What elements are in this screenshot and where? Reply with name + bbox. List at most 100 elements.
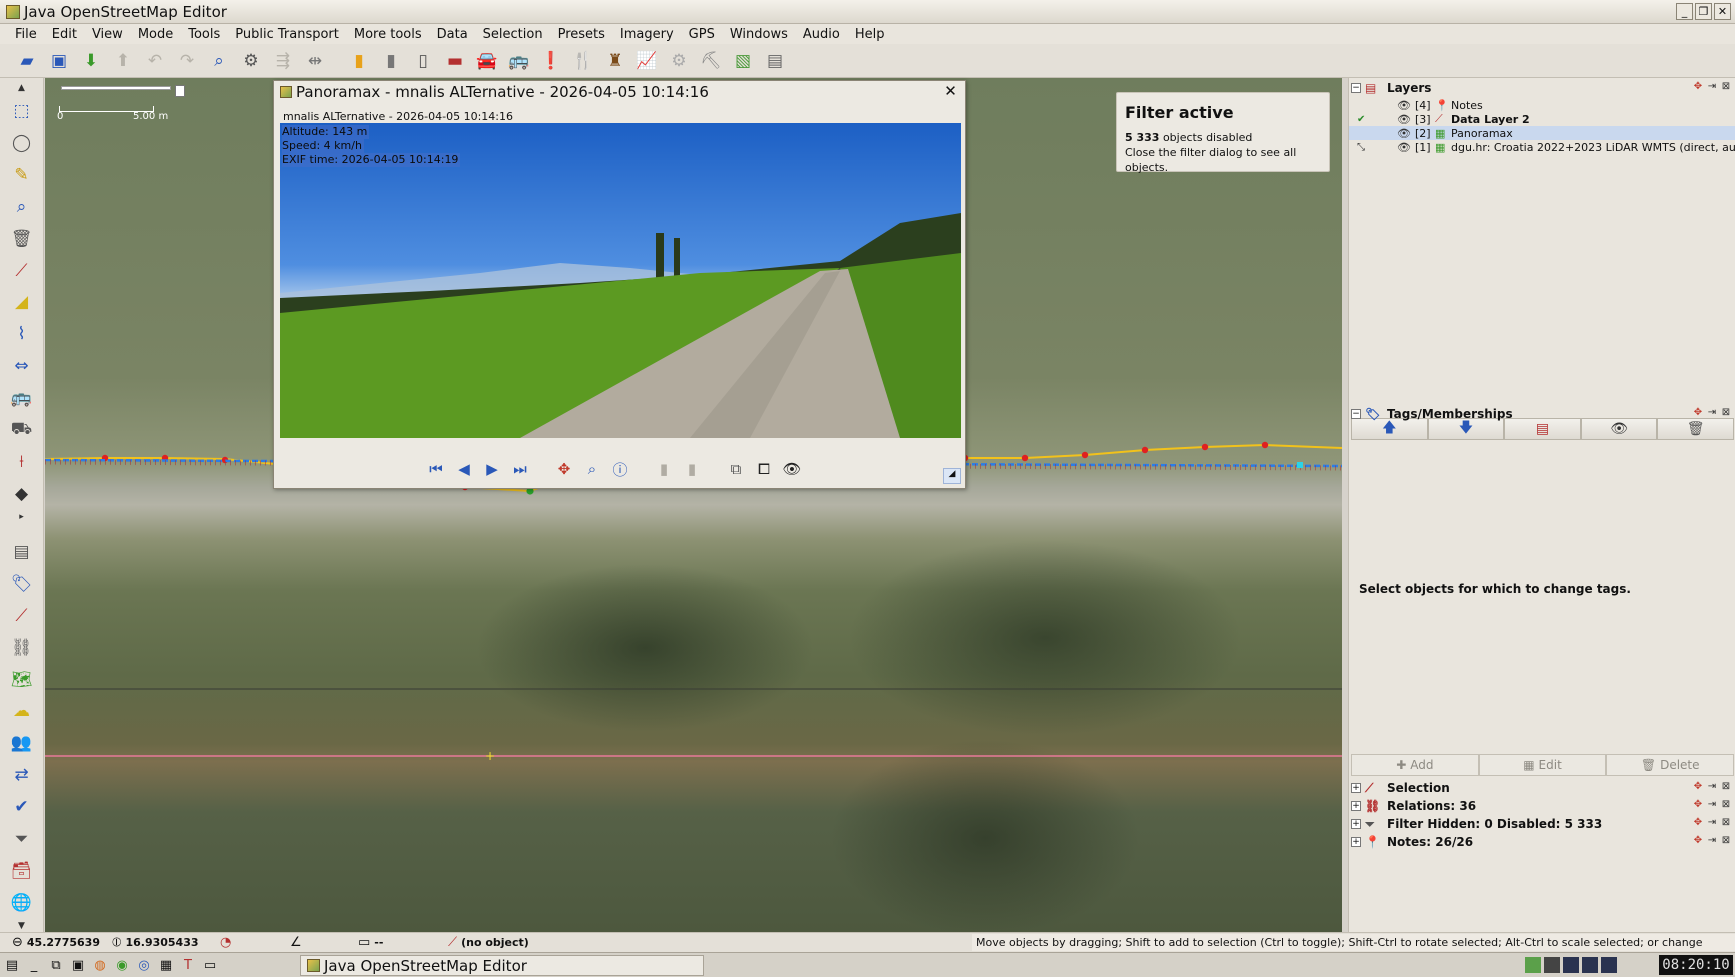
history-toggle-icon[interactable]: 🗃 [6,856,38,886]
expand-toggle-icon[interactable]: + [1351,819,1361,829]
layer-row-data-layer-2[interactable]: ✔ 👁 [3] ⟋ Data Layer 2 [1349,112,1735,126]
menu-presets[interactable]: Presets [558,27,605,42]
extrude-tool-icon[interactable]: ⌇ [6,319,38,349]
dialog-titlebar[interactable]: Panoramax - mnalis ALTernative - 2026-04… [274,81,965,103]
previous-image-icon[interactable]: ◀ [452,457,476,481]
panel-maximize-icon[interactable]: ✥ [1692,781,1704,792]
firefox-icon[interactable]: ◍ [90,955,110,975]
maximize-button[interactable]: ❐ [1695,3,1712,20]
zoom-icon[interactable]: ⌕ [204,46,234,76]
delete-image-icon[interactable]: ▮ [680,457,704,481]
menu-tools[interactable]: Tools [188,27,220,42]
sync-icon[interactable] [1544,957,1560,973]
layers-panel-header[interactable]: − ▤ Layers ✥ ⇥ ⊠ [1349,78,1735,98]
close-icon[interactable]: ✕ [942,83,959,100]
panel-close-icon[interactable]: ⊠ [1720,81,1732,92]
visibility-icon[interactable]: 👁 [780,457,804,481]
preset-track-icon[interactable]: ▮ [376,46,406,76]
info-icon[interactable]: ⓘ [608,457,632,481]
selection-toggle-icon[interactable]: ⟋ [6,601,38,631]
text-editor-icon[interactable]: T [178,955,198,975]
merge-icon[interactable]: ⇶ [268,46,298,76]
restaurant-icon[interactable]: 🍴 [568,46,598,76]
expand-arrow-icon[interactable]: ▸ [6,511,38,523]
resize-icon[interactable]: ◢ [943,468,961,484]
warning-icon[interactable]: ❗ [536,46,566,76]
eye-icon[interactable]: 👁 [1397,141,1411,154]
add-tag-button[interactable]: ✚ Add [1351,754,1479,776]
panel-close-icon[interactable]: ⊠ [1720,407,1732,418]
collapse-toggle-icon[interactable]: − [1351,409,1361,419]
panel-detach-icon[interactable]: ⇥ [1706,817,1718,828]
building-tool-icon[interactable]: ◆ [6,479,38,509]
open-external-icon[interactable]: ⧠ [752,457,776,481]
terminal-icon[interactable]: ▣ [68,955,88,975]
menu-selection[interactable]: Selection [483,27,543,42]
center-view-icon[interactable]: ✥ [552,457,576,481]
menu-imagery[interactable]: Imagery [620,27,674,42]
panel-maximize-icon[interactable]: ✥ [1692,835,1704,846]
panel-close-icon[interactable]: ⊠ [1720,781,1732,792]
minimize-all-icon[interactable]: _ [24,955,44,975]
bus-icon[interactable]: 🚌 [504,46,534,76]
delete-tag-button[interactable]: 🗑 Delete [1606,754,1735,776]
preset-path-icon[interactable]: ▯ [408,46,438,76]
car-icon[interactable]: 🚘 [472,46,502,76]
panel-maximize-icon[interactable]: ✥ [1692,817,1704,828]
preferences-icon[interactable]: ⚙ [236,46,266,76]
menu-edit[interactable]: Edit [52,27,77,42]
expand-toggle-icon[interactable]: + [1351,783,1361,793]
draw-tool-icon[interactable]: ✎ [6,160,38,190]
menu-data[interactable]: Data [437,27,468,42]
notes-toggle-icon[interactable]: 🌐 [6,888,38,918]
filter-toggle-icon[interactable]: ⏷ [6,824,38,854]
route-tool-icon[interactable]: ⛟ [6,415,38,445]
calc-icon[interactable]: ▦ [156,955,176,975]
first-image-icon[interactable]: ⏮ [424,457,448,481]
zoom-image-icon[interactable]: ⌕ [580,457,604,481]
panel-detach-icon[interactable]: ⇥ [1706,81,1718,92]
redo-icon[interactable]: ↷ [172,46,202,76]
layers-icon[interactable]: ▤ [760,46,790,76]
validation-toggle-icon[interactable]: ✔ [6,792,38,822]
last-image-icon[interactable]: ⏭ [508,457,532,481]
panel-maximize-icon[interactable]: ✥ [1692,799,1704,810]
copy-path-icon[interactable]: ⧉ [724,457,748,481]
tags-toggle-icon[interactable]: 🏷 [6,569,38,599]
menu-windows[interactable]: Windows [730,27,788,42]
gear-icon[interactable]: ⚙ [664,46,694,76]
preset-building-icon[interactable]: ▬ [440,46,470,76]
edit-tag-button[interactable]: ▦ Edit [1478,754,1607,776]
expand-toggle-icon[interactable]: + [1351,837,1361,847]
download-icon[interactable]: ⬇ [76,46,106,76]
preset-highway-icon[interactable]: ▮ [344,46,374,76]
panel-detach-icon[interactable]: ⇥ [1706,799,1718,810]
close-window-button[interactable]: ✕ [1714,3,1731,20]
street-photo[interactable]: Altitude: 143 m Speed: 4 km/h EXIF time:… [280,123,961,438]
scroll-up-icon[interactable]: ▲ [6,82,38,94]
windows-icon[interactable]: ⧉ [46,955,66,975]
notes-panel-header[interactable]: + 📍 Notes: 26/26 ✥ ⇥ ⊠ [1349,832,1735,852]
undo-icon[interactable]: ↶ [140,46,170,76]
bus-stop-icon[interactable]: 🚌 [6,383,38,413]
parallel-tool-icon[interactable]: ◢ [6,288,38,318]
selection-panel-header[interactable]: + ⟋ Selection ✥ ⇥ ⊠ [1349,778,1735,798]
chart-icon[interactable]: 📈 [632,46,662,76]
panel-maximize-icon[interactable]: ✥ [1692,81,1704,92]
eye-icon[interactable]: 👁 [1397,127,1411,140]
eye-icon[interactable]: 👁 [1397,113,1411,126]
tree-icon[interactable]: ⛏ [696,46,726,76]
castle-icon[interactable]: ♜ [600,46,630,76]
authors-toggle-icon[interactable]: 👥 [6,728,38,758]
map-paint-icon[interactable]: 🗺 [6,665,38,695]
menu-file[interactable]: File [15,27,37,42]
imagery-toggle-icon[interactable]: ☁ [6,697,38,727]
chrome-icon[interactable]: ◉ [112,955,132,975]
layer-row-lidar[interactable]: ⤡ 👁 [1] ▦ dgu.hr: Croatia 2022+2023 LiDA… [1349,140,1735,154]
open-icon[interactable]: ▰ [12,46,42,76]
relations-toggle-icon[interactable]: ⛓ [6,633,38,663]
panel-detach-icon[interactable]: ⇥ [1706,781,1718,792]
network-icon[interactable] [1525,957,1541,973]
upload-icon[interactable]: ⬆ [108,46,138,76]
browser-icon[interactable]: ◎ [134,955,154,975]
